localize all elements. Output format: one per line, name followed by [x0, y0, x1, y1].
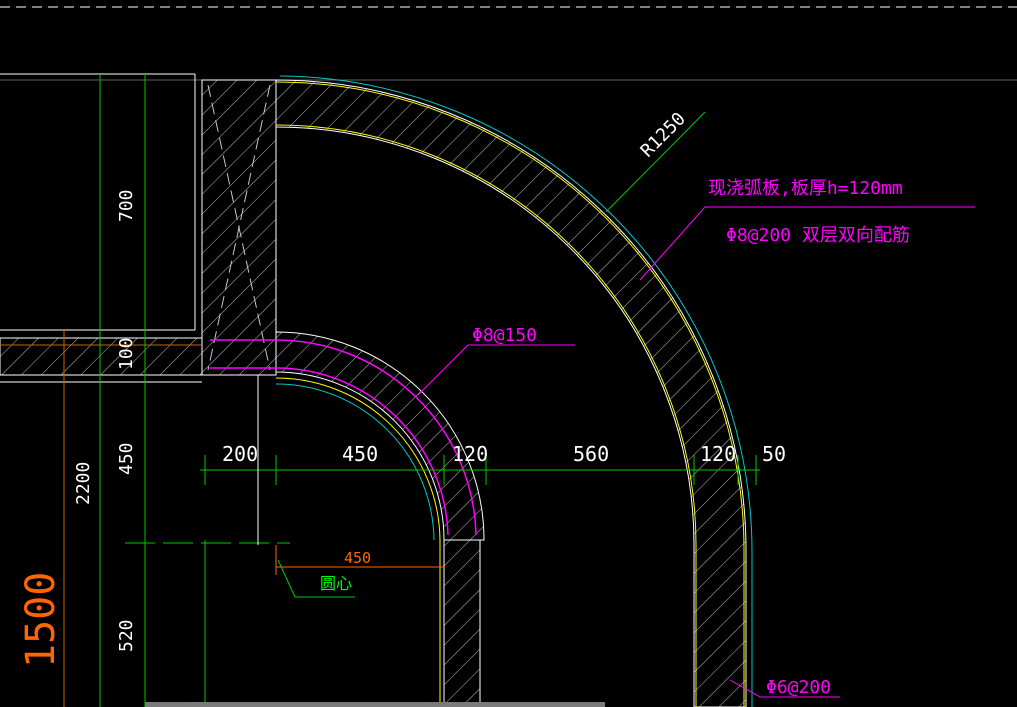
dim-450: 450 [342, 442, 378, 466]
dim-120a: 120 [452, 442, 488, 466]
slab-rebar: Φ8@200 双层双向配筋 [726, 225, 910, 246]
outer-arc-yellow-inner [275, 124, 697, 707]
inner-rebar: Φ8@150 [472, 325, 537, 346]
dim-200: 200 [222, 442, 258, 466]
dim-560: 560 [573, 442, 609, 466]
inner-vertical-wall [443, 539, 481, 707]
inner-arc-slab [275, 331, 485, 541]
center-label: 圆心 [320, 574, 352, 593]
dim-2200: 2200 [73, 462, 94, 505]
slab-note: 现浇弧板,板厚h=120mm [708, 178, 903, 199]
dim-50: 50 [762, 442, 786, 466]
inner-rebar-leader [417, 344, 575, 396]
vertical-dimension-labels: 700 100 450 2200 520 [73, 189, 137, 652]
dim-120b: 120 [700, 442, 736, 466]
dim-1500: 1500 [18, 572, 64, 668]
horizontal-dimension-labels: 200 450 120 560 120 50 [222, 442, 786, 466]
bottom-bar [145, 702, 605, 707]
left-slab [0, 337, 203, 376]
dim-inner-radius: 450 [344, 549, 371, 567]
dim-700: 700 [116, 189, 137, 222]
dim-100: 100 [116, 337, 137, 370]
dim-450-v: 450 [116, 442, 137, 475]
dim-520: 520 [116, 619, 137, 652]
cad-drawing: 200 450 120 560 120 50 700 100 450 2200 … [0, 0, 1017, 707]
bottom-rebar: Φ6@200 [766, 677, 831, 698]
